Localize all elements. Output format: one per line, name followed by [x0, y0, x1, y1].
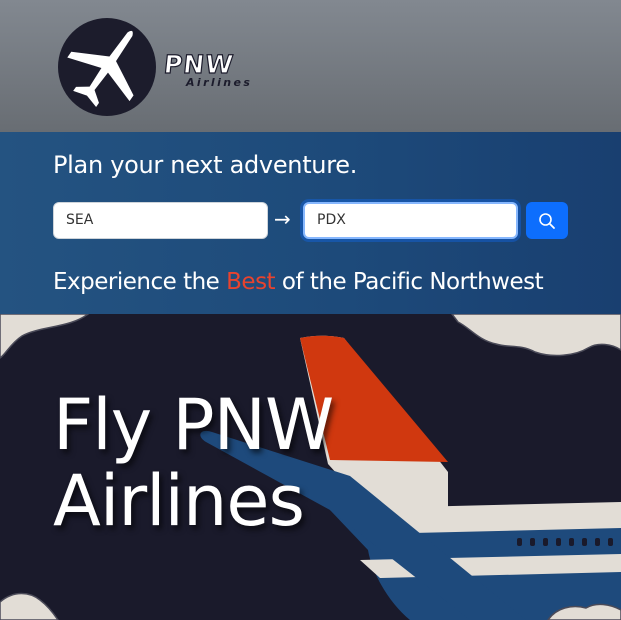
- brand-name: PNW: [162, 49, 236, 79]
- flight-search-panel: Plan your next adventure. SEA → PDX Expe…: [0, 132, 621, 314]
- slogan: Experience the Best of the Pacific North…: [53, 269, 544, 295]
- slogan-highlight: Best: [226, 269, 276, 295]
- search-icon: [539, 212, 555, 229]
- brand-subtitle: Airlines: [186, 76, 253, 89]
- origin-input[interactable]: SEA: [53, 202, 268, 239]
- hero-title: Fly PNW Airlines: [53, 384, 334, 542]
- airplane-icon: [58, 18, 156, 116]
- hero-title-line2: Airlines: [53, 459, 305, 542]
- hero-title-line1: Fly PNW: [53, 384, 334, 466]
- destination-input[interactable]: PDX: [303, 202, 518, 239]
- slogan-prefix: Experience the: [53, 269, 227, 295]
- cloud-top-right: [451, 314, 621, 357]
- arrow-right-icon: →: [274, 207, 291, 231]
- cloud-top-left: [0, 314, 90, 359]
- slogan-suffix: of the Pacific Northwest: [275, 269, 544, 295]
- site-header: PNW Airlines: [0, 0, 621, 132]
- cloud-bottom-left: [0, 592, 59, 620]
- search-button[interactable]: [526, 202, 568, 239]
- brand-logo[interactable]: PNW Airlines: [58, 18, 258, 116]
- search-tagline: Plan your next adventure.: [53, 151, 358, 179]
- hero-banner: Fly PNW Airlines: [0, 314, 621, 620]
